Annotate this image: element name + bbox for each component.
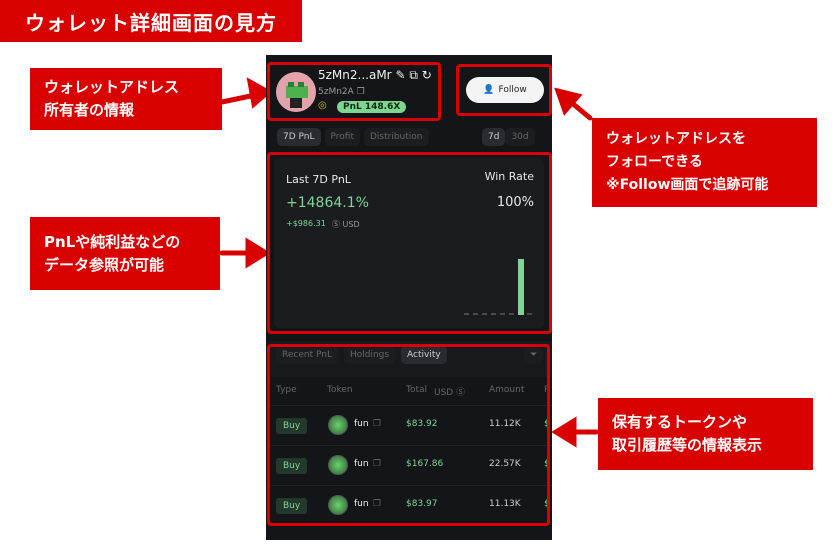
tab-distribution[interactable]: Distribution (364, 128, 429, 146)
range-30d[interactable]: 30d (505, 128, 535, 146)
arrow-head-icon (245, 237, 271, 269)
tab-profit[interactable]: Profit (324, 128, 360, 146)
highlight-box (456, 64, 552, 116)
highlight-box (267, 62, 441, 121)
range-7d[interactable]: 7d (482, 128, 506, 146)
highlight-box (267, 344, 550, 526)
tab-7d-pnl[interactable]: 7D PnL (277, 128, 321, 146)
arrow-head-icon (551, 416, 577, 448)
highlight-box (267, 152, 552, 334)
wallet-panel: 5zMn2...aMr ✎ ⧉ ↻ 5zMn2A ❐ ◎ PnL 148.6X … (266, 55, 552, 540)
